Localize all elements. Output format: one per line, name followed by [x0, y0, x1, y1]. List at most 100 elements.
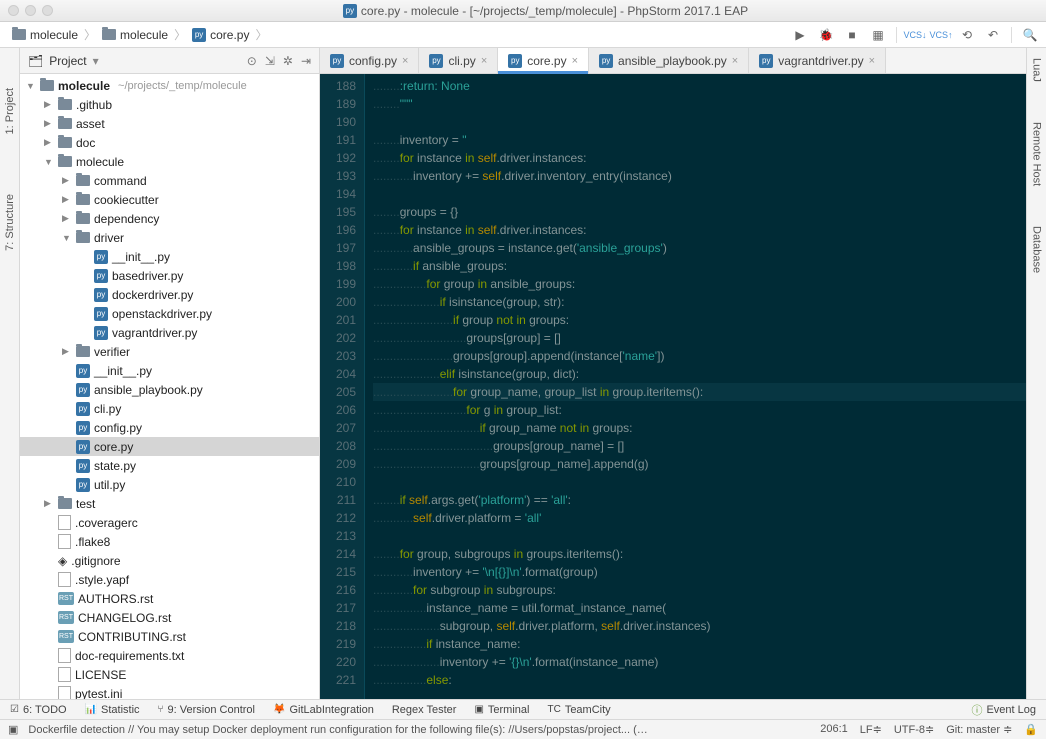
tree-item[interactable]: .style.yapf: [20, 570, 319, 589]
line-separator[interactable]: LF≑: [860, 723, 882, 736]
vcs-update-button[interactable]: VCS↓: [905, 25, 925, 45]
py-icon: py: [76, 478, 90, 492]
tree-item[interactable]: ▼molecule~/projects/_temp/molecule: [20, 76, 319, 95]
breadcrumb-item[interactable]: molecule: [6, 28, 84, 42]
folder-icon: [76, 346, 90, 357]
caret-position[interactable]: 206:1: [820, 723, 848, 736]
stop-button[interactable]: ■: [842, 25, 862, 45]
close-icon[interactable]: ×: [732, 55, 738, 67]
debug-button[interactable]: 🐞: [816, 25, 836, 45]
hide-icon[interactable]: ⇥: [301, 54, 311, 68]
tree-item[interactable]: .coveragerc: [20, 513, 319, 532]
tree-item[interactable]: ▶dependency: [20, 209, 319, 228]
status-bar: ▣ Dockerfile detection // You may setup …: [0, 719, 1046, 739]
tree-item[interactable]: py__init__.py: [20, 361, 319, 380]
tree-item[interactable]: pycli.py: [20, 399, 319, 418]
left-tool-stripe: 1: Project 7: Structure: [0, 48, 20, 699]
py-icon: py: [76, 383, 90, 397]
tree-item[interactable]: ▶command: [20, 171, 319, 190]
tree-item[interactable]: pydockerdriver.py: [20, 285, 319, 304]
py-icon: py: [76, 421, 90, 435]
file-encoding[interactable]: UTF-8≑: [894, 723, 934, 736]
editor-tab[interactable]: pyansible_playbook.py×: [589, 48, 749, 73]
coverage-button[interactable]: ▦: [868, 25, 888, 45]
tree-item[interactable]: py__init__.py: [20, 247, 319, 266]
window-controls[interactable]: [8, 5, 53, 16]
tree-item[interactable]: pyopenstackdriver.py: [20, 304, 319, 323]
tree-item[interactable]: RSTCHANGELOG.rst: [20, 608, 319, 627]
project-tree[interactable]: ▼molecule~/projects/_temp/molecule▶.gith…: [20, 74, 319, 699]
py-icon: py: [76, 364, 90, 378]
tree-item[interactable]: ▼molecule: [20, 152, 319, 171]
tree-item[interactable]: RSTAUTHORS.rst: [20, 589, 319, 608]
bottom-tool-button[interactable]: TCTeamCity: [547, 704, 610, 716]
vcs-commit-button[interactable]: VCS↑: [931, 25, 951, 45]
settings-icon[interactable]: ✲: [283, 54, 293, 68]
remote-host-tool-button[interactable]: Remote Host: [1031, 122, 1043, 186]
tool-window-icon[interactable]: ▣: [8, 723, 18, 736]
bottom-tool-button[interactable]: 🦊GitLabIntegration: [273, 704, 374, 716]
bottom-tool-button[interactable]: ⑂9: Version Control: [158, 704, 255, 716]
bottom-tool-button[interactable]: Regex Tester: [392, 704, 457, 716]
close-icon[interactable]: ×: [402, 55, 408, 67]
code-editor[interactable]: 1881891901911921931941951961971981992002…: [320, 74, 1026, 699]
breadcrumb-item[interactable]: pycore.py: [186, 28, 255, 42]
folder-icon: [76, 213, 90, 224]
tree-item[interactable]: doc-requirements.txt: [20, 646, 319, 665]
tree-item[interactable]: RSTCONTRIBUTING.rst: [20, 627, 319, 646]
tree-item[interactable]: pyansible_playbook.py: [20, 380, 319, 399]
tree-item[interactable]: ▶cookiecutter: [20, 190, 319, 209]
readonly-toggle[interactable]: 🔒: [1024, 723, 1038, 736]
tree-item[interactable]: ▶doc: [20, 133, 319, 152]
collapse-all-icon[interactable]: ⇲: [265, 54, 275, 68]
bottom-tool-button[interactable]: ☑6: TODO: [10, 704, 67, 716]
file-icon: [58, 648, 71, 663]
editor-tab[interactable]: pycli.py×: [419, 48, 498, 73]
tree-item[interactable]: pybasedriver.py: [20, 266, 319, 285]
tree-item[interactable]: ▶verifier: [20, 342, 319, 361]
close-icon[interactable]: ×: [572, 55, 578, 67]
scroll-from-source-icon[interactable]: ⊙: [247, 54, 257, 68]
vcs-history-button[interactable]: ⟲: [957, 25, 977, 45]
breadcrumb-item[interactable]: molecule: [96, 28, 174, 42]
tree-item[interactable]: ▼driver: [20, 228, 319, 247]
project-tool-button[interactable]: 1: Project: [4, 88, 16, 134]
file-icon: [58, 667, 71, 682]
tree-item[interactable]: pytest.ini: [20, 684, 319, 699]
event-log-button[interactable]: ⓘ Event Log: [971, 702, 1036, 718]
line-number-gutter: 1881891901911921931941951961971981992002…: [320, 74, 365, 699]
tree-item[interactable]: .flake8: [20, 532, 319, 551]
search-button[interactable]: 🔍: [1020, 25, 1040, 45]
editor-tab[interactable]: pyconfig.py×: [320, 48, 419, 73]
tree-item[interactable]: pyutil.py: [20, 475, 319, 494]
tree-item[interactable]: pyvagrantdriver.py: [20, 323, 319, 342]
tree-item[interactable]: pyconfig.py: [20, 418, 319, 437]
editor-tab[interactable]: pyvagrantdriver.py×: [749, 48, 886, 73]
py-icon: py: [94, 250, 108, 264]
py-icon: py: [76, 402, 90, 416]
tree-item[interactable]: ◈.gitignore: [20, 551, 319, 570]
tree-item[interactable]: pycore.py: [20, 437, 319, 456]
python-icon: py: [508, 54, 522, 68]
structure-tool-button[interactable]: 7: Structure: [4, 194, 16, 251]
tree-item[interactable]: ▶.github: [20, 95, 319, 114]
close-icon[interactable]: ×: [481, 55, 487, 67]
tree-item[interactable]: pystate.py: [20, 456, 319, 475]
rst-icon: RST: [58, 630, 74, 643]
rst-icon: RST: [58, 611, 74, 624]
git-branch[interactable]: Git: master ≑: [946, 723, 1012, 736]
file-icon: [58, 515, 71, 530]
tree-item[interactable]: ▶asset: [20, 114, 319, 133]
code-content[interactable]: ........:return: None........"""........…: [365, 74, 1026, 699]
bottom-tool-button[interactable]: 📊Statistic: [85, 704, 140, 716]
close-icon[interactable]: ×: [869, 55, 875, 67]
tree-item[interactable]: ▶test: [20, 494, 319, 513]
run-button[interactable]: ▶: [790, 25, 810, 45]
bottom-tool-button[interactable]: ▣Terminal: [474, 704, 529, 716]
folder-icon: [76, 175, 90, 186]
database-tool-button[interactable]: Database: [1031, 226, 1043, 273]
editor-tab[interactable]: pycore.py×: [498, 48, 589, 73]
vcs-revert-button[interactable]: ↶: [983, 25, 1003, 45]
luaj-tool-button[interactable]: LuaJ: [1031, 58, 1043, 82]
tree-item[interactable]: LICENSE: [20, 665, 319, 684]
